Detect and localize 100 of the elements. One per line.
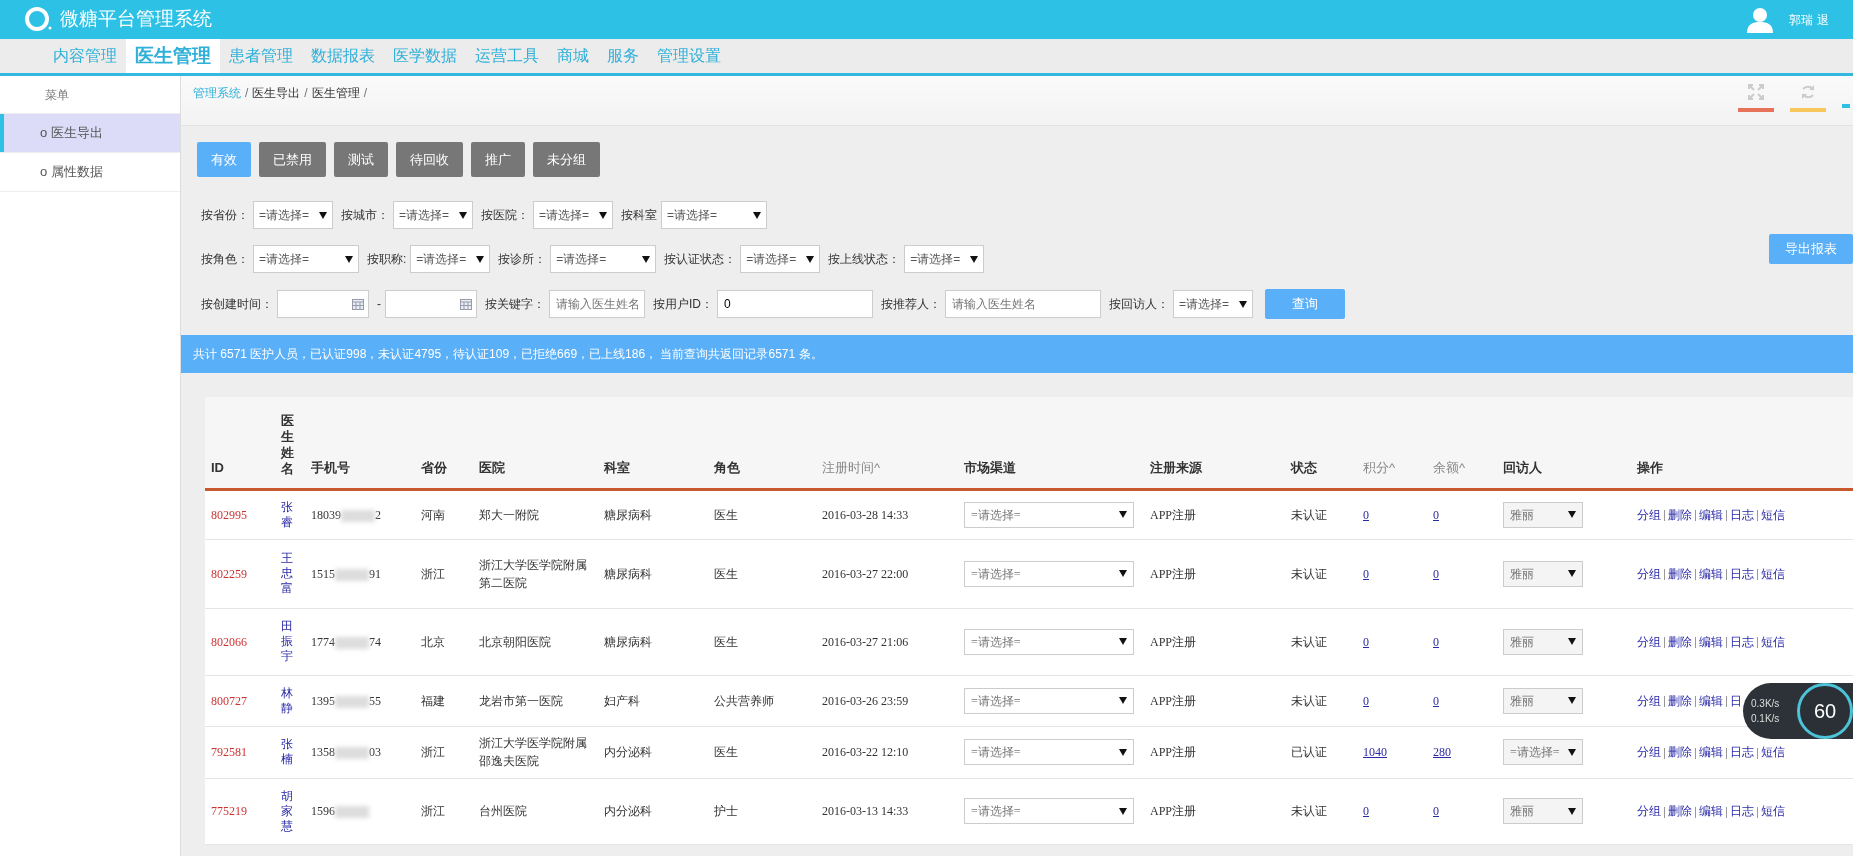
points-link[interactable]: 0 (1363, 693, 1369, 708)
text-field[interactable]: 0 (717, 290, 873, 318)
action-link[interactable]: 删除 (1668, 507, 1692, 522)
filter-label: 按科室 (621, 207, 657, 224)
visitor-select[interactable]: 雅丽 (1503, 687, 1583, 714)
points-link[interactable]: 0 (1363, 566, 1369, 581)
status-text: 已认证 (1291, 745, 1327, 759)
balance-link[interactable]: 280 (1433, 745, 1451, 759)
visitor-select[interactable]: =请选择= (1503, 739, 1583, 765)
points-link[interactable]: 0 (1363, 804, 1369, 818)
table-cell-text: APP注册 (1150, 634, 1196, 649)
action-link[interactable]: 删除 (1668, 634, 1692, 649)
status-tab[interactable]: 未分组 (533, 142, 600, 177)
visitor-select[interactable]: 雅丽 (1503, 628, 1583, 655)
text-field[interactable]: 请输入医生姓名 (549, 290, 645, 318)
caret-icon (1568, 638, 1576, 645)
user-icon (1747, 6, 1773, 33)
date-field[interactable] (277, 290, 369, 318)
date-field[interactable] (385, 290, 477, 318)
status-tab[interactable]: 已禁用 (259, 142, 326, 177)
action-link[interactable]: 日志 (1730, 745, 1754, 759)
action-link[interactable]: 短信 (1761, 745, 1785, 759)
visitor-select[interactable]: 雅丽 (1503, 798, 1583, 824)
table-cell-text: APP注册 (1150, 507, 1196, 522)
calendar-icon (352, 298, 364, 310)
channel-select[interactable]: =请选择= (964, 798, 1134, 824)
channel-select[interactable]: =请选择= (964, 687, 1134, 714)
column-header: 科室 (604, 460, 630, 475)
action-link[interactable]: 删除 (1668, 804, 1692, 818)
caret-icon (753, 211, 761, 219)
filter-label: 按上线状态： (828, 251, 901, 268)
action-link[interactable]: 编辑 (1699, 804, 1723, 818)
table-cell-text: APP注册 (1150, 566, 1196, 581)
filter-select[interactable]: =请选择= (393, 201, 473, 229)
action-link[interactable]: 日志 (1730, 804, 1754, 818)
filter-select[interactable]: =请选择= (661, 201, 767, 229)
status-tab[interactable]: 测试 (334, 142, 388, 177)
status-tab[interactable]: 待回收 (396, 142, 463, 177)
balance-link[interactable]: 0 (1433, 566, 1439, 581)
filter-select[interactable]: =请选择= (1173, 290, 1253, 318)
action-link[interactable]: 编辑 (1699, 507, 1723, 522)
column-header: 省份 (421, 460, 447, 475)
channel-select[interactable]: =请选择= (964, 560, 1134, 587)
action-link[interactable]: 短信 (1761, 507, 1785, 522)
doctor-name: 林静 (281, 685, 293, 716)
action-link[interactable]: 日 (1730, 693, 1742, 708)
action-link[interactable]: 编辑 (1699, 693, 1723, 708)
filter-select[interactable]: =请选择= (533, 201, 613, 229)
action-link[interactable]: 短信 (1761, 634, 1785, 649)
action-link[interactable]: 删除 (1668, 566, 1692, 581)
filter-select[interactable]: =请选择= (253, 201, 333, 229)
balance-link[interactable]: 0 (1433, 507, 1439, 522)
action-link[interactable]: 日志 (1730, 566, 1754, 581)
filter-select[interactable]: =请选择= (904, 245, 985, 273)
sidebar-item[interactable]: o 医生导出 (0, 114, 180, 153)
visitor-select[interactable]: 雅丽 (1503, 560, 1583, 587)
balance-link[interactable]: 0 (1433, 804, 1439, 818)
channel-select[interactable]: =请选择= (964, 739, 1134, 765)
points-link[interactable]: 1040 (1363, 745, 1387, 759)
filter-select[interactable]: =请选择= (740, 245, 821, 273)
column-header: 操作 (1637, 460, 1663, 475)
action-link[interactable]: 分组 (1637, 745, 1661, 759)
action-link[interactable]: 删除 (1668, 693, 1692, 708)
balance-link[interactable]: 0 (1433, 693, 1439, 708)
visitor-select[interactable]: 雅丽 (1503, 501, 1583, 528)
table-cell-text: 台州医院 (479, 804, 527, 818)
action-link[interactable]: 删除 (1668, 745, 1692, 759)
phone-number: 1358 03 (311, 745, 381, 759)
action-link[interactable]: 分组 (1637, 804, 1661, 818)
balance-link[interactable]: 0 (1433, 634, 1439, 649)
caret-icon (1119, 697, 1127, 704)
action-link[interactable]: 分组 (1637, 566, 1661, 581)
caret-icon (1119, 638, 1127, 645)
filter-select[interactable]: =请选择= (550, 245, 657, 273)
action-link[interactable]: 编辑 (1699, 745, 1723, 759)
filter-label: 按推荐人： (881, 296, 941, 313)
action-link[interactable]: 日志 (1730, 634, 1754, 649)
text-field[interactable]: 请输入医生姓名 (945, 290, 1101, 318)
action-link[interactable]: 分组 (1637, 693, 1661, 708)
table-cell-text: 北京 (421, 634, 445, 649)
column-header: ID (211, 460, 224, 475)
channel-select[interactable]: =请选择= (964, 628, 1134, 655)
action-link[interactable]: 短信 (1761, 804, 1785, 818)
action-link[interactable]: 编辑 (1699, 566, 1723, 581)
caret-icon (319, 211, 327, 219)
action-link[interactable]: 分组 (1637, 507, 1661, 522)
filter-label: - (377, 296, 381, 313)
filter-select[interactable]: =请选择= (253, 245, 359, 273)
status-tab[interactable]: 推广 (471, 142, 525, 177)
caret-icon (1119, 807, 1127, 815)
doctor-name: 田振宇 (281, 619, 293, 664)
action-link[interactable]: 分组 (1637, 634, 1661, 649)
action-link[interactable]: 短信 (1761, 566, 1785, 581)
action-link[interactable]: 编辑 (1699, 634, 1723, 649)
filter-select[interactable]: =请选择= (410, 245, 491, 273)
action-link[interactable]: 日志 (1730, 507, 1754, 522)
points-link[interactable]: 0 (1363, 507, 1369, 522)
points-link[interactable]: 0 (1363, 634, 1369, 649)
breadcrumb-separator: / (245, 85, 249, 102)
channel-select[interactable]: =请选择= (964, 501, 1134, 528)
